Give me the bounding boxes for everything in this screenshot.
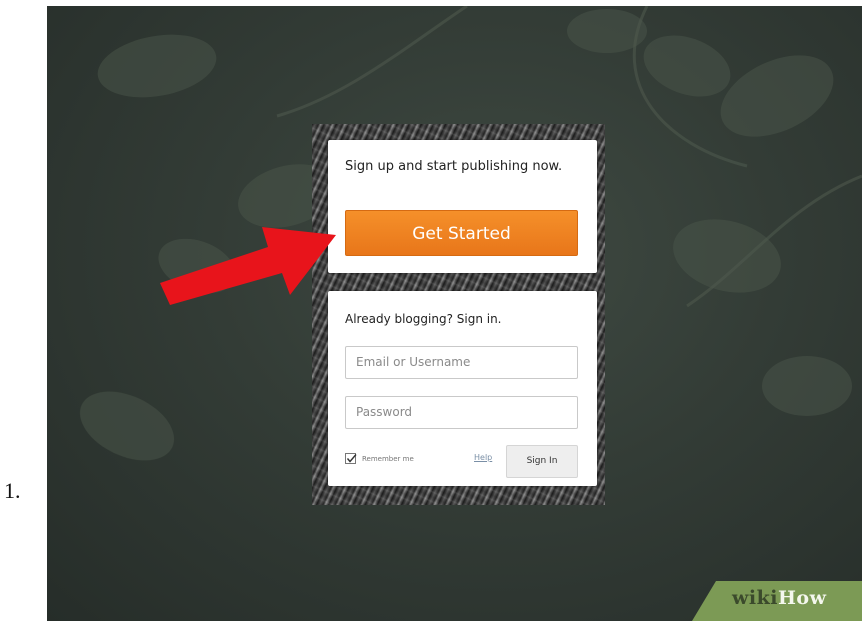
signup-prompt: Sign up and start publishing now. — [345, 159, 563, 174]
red-arrow-icon — [160, 227, 336, 305]
watermark: wikiHow — [692, 581, 862, 621]
get-started-button[interactable]: Get Started — [345, 210, 578, 256]
remember-label: Remember me — [362, 454, 414, 463]
signin-heading: Already blogging? Sign in. — [345, 312, 502, 326]
step-number: 1. — [4, 478, 21, 503]
watermark-wiki: wiki — [732, 587, 778, 609]
remember-me[interactable]: Remember me — [345, 453, 414, 464]
signin-button[interactable]: Sign In — [506, 445, 578, 478]
checkmark-icon — [346, 454, 357, 463]
email-field[interactable]: Email or Username — [345, 346, 578, 379]
screenshot: Sign up and start publishing now. Get St… — [47, 6, 862, 621]
signin-card: Already blogging? Sign in. Email or User… — [328, 291, 597, 486]
watermark-how: How — [777, 587, 827, 609]
password-field[interactable]: Password — [345, 396, 578, 429]
help-link[interactable]: Help — [474, 453, 492, 462]
signup-card: Sign up and start publishing now. Get St… — [328, 140, 597, 273]
wikihow-logo: wikiHow — [732, 587, 826, 609]
remember-checkbox[interactable] — [345, 453, 357, 464]
